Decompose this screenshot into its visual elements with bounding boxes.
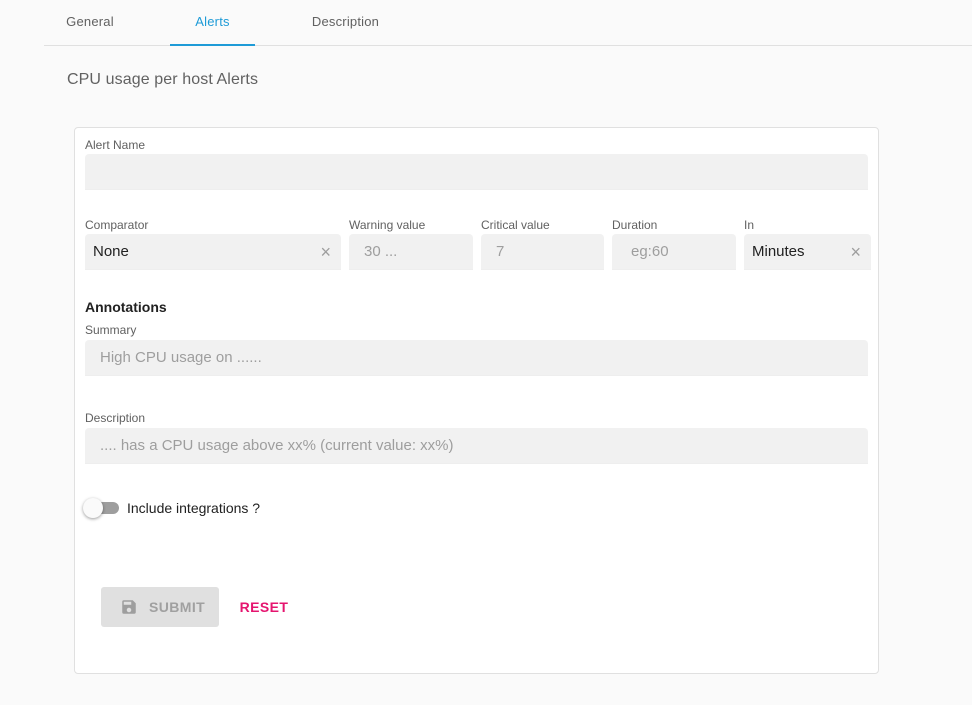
tab-description[interactable]: Description [299,0,392,45]
annotations-heading: Annotations [85,299,167,315]
reset-button[interactable]: RESET [233,587,295,627]
tab-general[interactable]: General [44,0,136,45]
description-label: Description [85,411,146,425]
in-value: Minutes [752,243,805,260]
page-title: CPU usage per host Alerts [67,71,259,88]
duration-label: Duration [612,218,658,232]
in-label: In [744,218,755,232]
save-icon [122,600,136,614]
include-integrations-label: Include integrations ? [127,500,261,516]
submit-button[interactable]: SUBMIT [101,587,219,627]
warning-value-input[interactable]: 30 ... [349,234,473,270]
comparator-select[interactable]: None × [85,234,341,270]
duration-input[interactable]: eg:60 [612,234,736,270]
alert-name-label: Alert Name [85,138,146,152]
include-integrations-toggle[interactable] [83,498,121,518]
warning-value-label: Warning value [349,218,426,232]
submit-label: SUBMIT [149,599,206,615]
summary-label: Summary [85,323,137,337]
in-select[interactable]: Minutes × [744,234,871,270]
alert-form-card: Alert Name Comparator None × Warning val… [74,127,879,674]
critical-value-label: Critical value [481,218,550,232]
in-clear-icon[interactable]: × [850,234,861,270]
tab-alerts[interactable]: Alerts [170,0,255,46]
description-input[interactable]: .... has a CPU usage above xx% (current … [85,428,868,464]
comparator-clear-icon[interactable]: × [320,234,331,270]
toggle-knob [83,498,103,518]
tab-bar: General Alerts Description [44,0,972,46]
comparator-label: Comparator [85,218,149,232]
comparator-value: None [93,243,129,260]
alert-name-input[interactable] [85,154,868,190]
summary-input[interactable]: High CPU usage on ...... [85,340,868,376]
critical-value-input[interactable]: 7 [481,234,604,270]
